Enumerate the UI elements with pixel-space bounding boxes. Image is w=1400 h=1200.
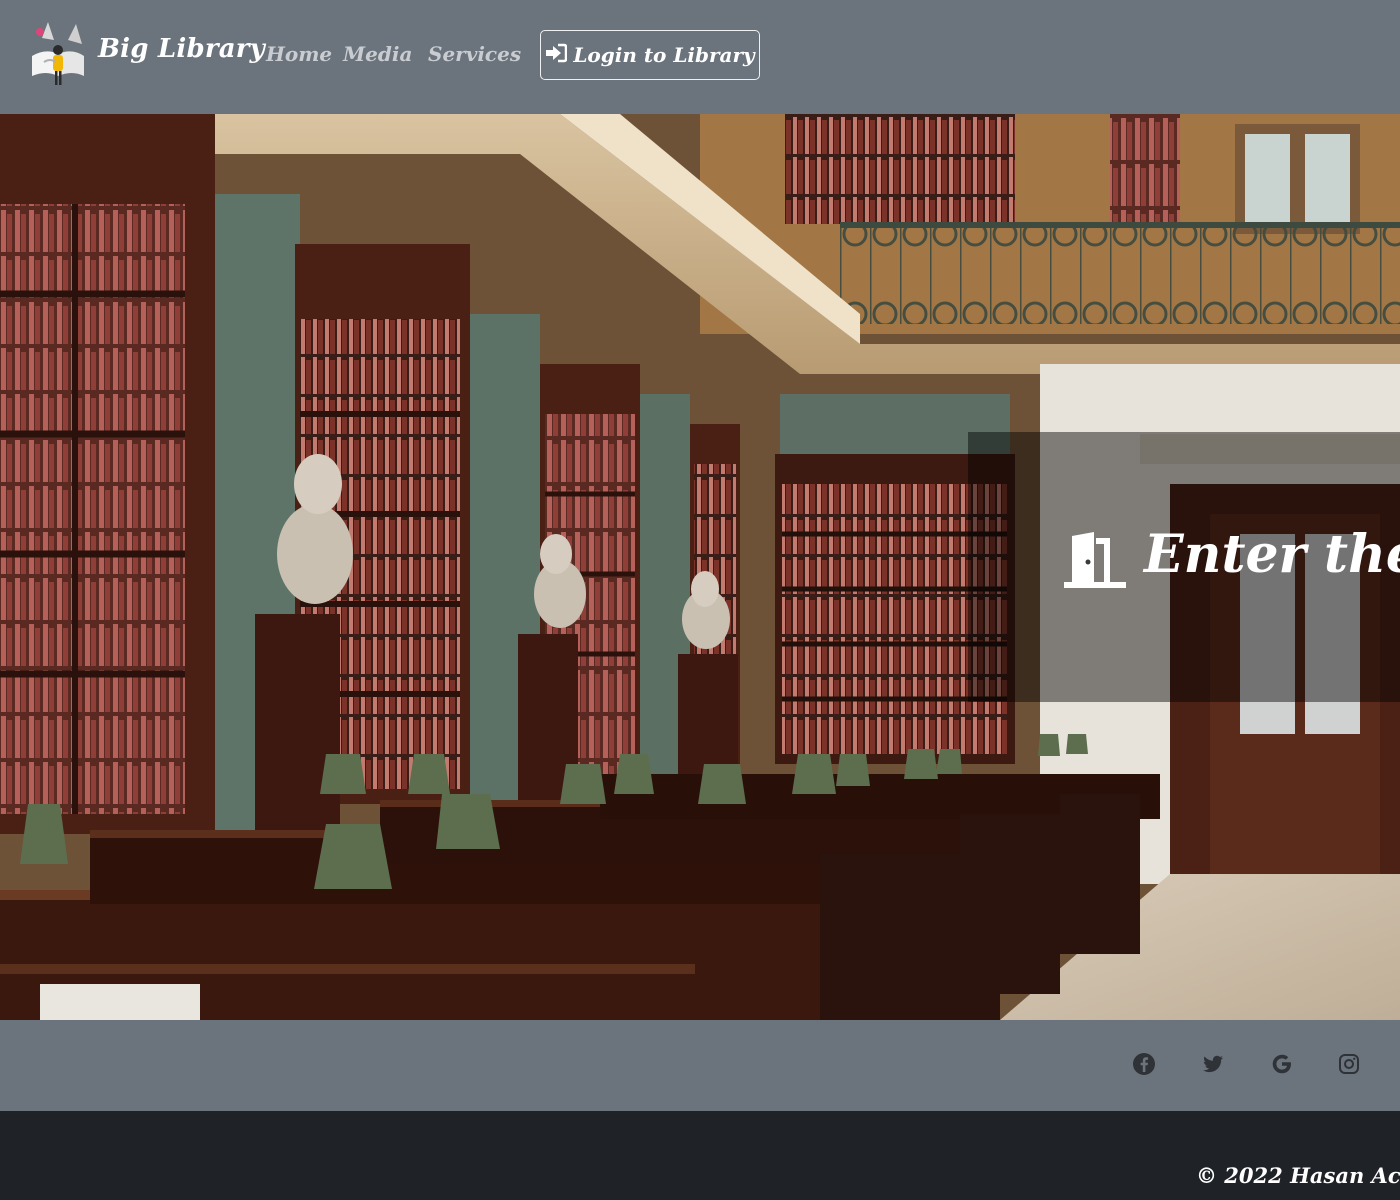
footer: © 2022 Hasan Acart <box>0 1111 1400 1200</box>
social-bar <box>0 1020 1400 1111</box>
library-logo[interactable] <box>28 18 90 90</box>
login-button[interactable]: Login to Library <box>540 30 760 80</box>
navbar: Big Library Home Media Services Login to… <box>0 0 1400 114</box>
nav-link-media[interactable]: Media <box>343 42 412 66</box>
hero-title: Enter the L <box>1144 524 1400 585</box>
copyright-text: © 2022 Hasan Acart <box>1196 1163 1400 1188</box>
google-icon[interactable] <box>1270 1052 1294 1076</box>
nav-link-home[interactable]: Home <box>266 42 332 66</box>
hero-section: Enter the L <box>0 114 1400 1020</box>
login-button-label: Login to Library <box>573 43 755 67</box>
sign-in-icon <box>545 43 568 68</box>
nav-link-services[interactable]: Services <box>428 42 521 66</box>
enter-library-banner[interactable]: Enter the L <box>968 432 1400 702</box>
door-open-icon <box>1064 532 1126 588</box>
facebook-icon[interactable] <box>1132 1052 1156 1076</box>
twitter-icon[interactable] <box>1201 1052 1225 1076</box>
brand-name[interactable]: Big Library <box>98 34 265 64</box>
instagram-icon[interactable] <box>1337 1052 1361 1076</box>
